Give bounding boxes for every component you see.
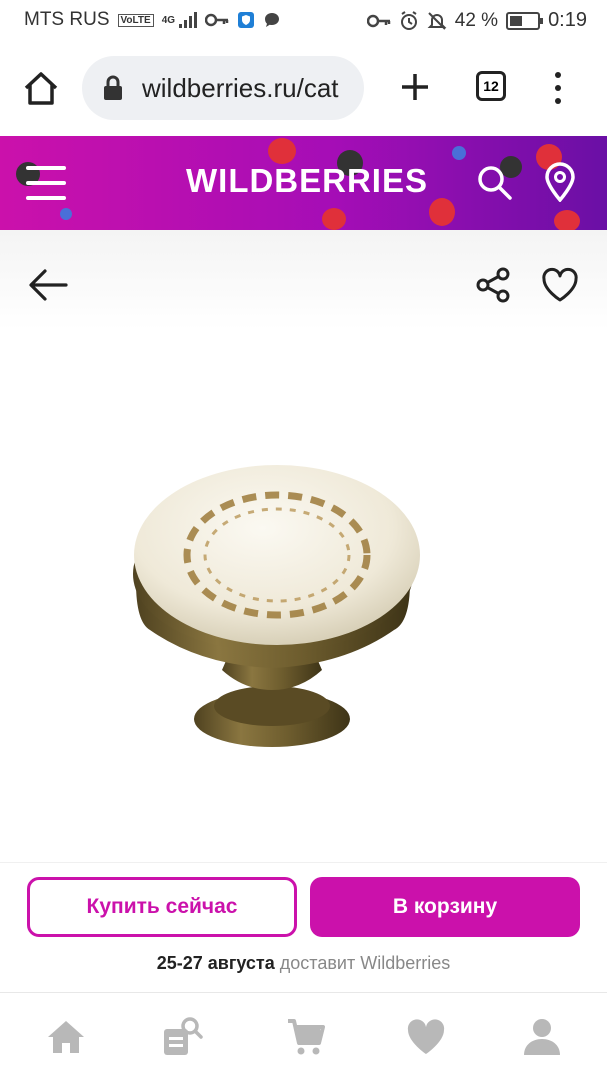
delivery-info: 25-27 августа доставит Wildberries: [0, 953, 607, 974]
tab-count: 12: [483, 78, 499, 94]
lock-icon: [104, 75, 122, 100]
battery-icon: [506, 11, 544, 30]
key-icon: [205, 13, 229, 27]
berry-decoration: [268, 138, 296, 164]
browser-toolbar: wildberries.ru/cat 12: [0, 40, 607, 136]
knob-illustration: [133, 465, 420, 747]
volte-badge: VoLTE: [117, 13, 154, 27]
back-arrow-icon[interactable]: [28, 268, 68, 302]
battery-percent: 42 %: [454, 9, 499, 31]
cart-icon[interactable]: [284, 1015, 328, 1059]
network-type: 4G: [161, 14, 176, 26]
berry-decoration: [429, 198, 455, 226]
key-icon: [366, 14, 390, 27]
clock: 0:19: [548, 9, 587, 31]
bottom-navigation: [0, 992, 607, 1081]
browser-menu-button[interactable]: [548, 68, 568, 108]
home-icon[interactable]: [20, 68, 62, 110]
add-to-cart-button[interactable]: В корзину: [310, 877, 580, 937]
site-header: WILDBERRIES: [0, 136, 607, 230]
alarm-icon: [400, 10, 417, 30]
heart-icon[interactable]: [540, 266, 580, 304]
new-tab-icon[interactable]: [398, 70, 432, 104]
hamburger-menu-icon[interactable]: [26, 166, 66, 200]
buy-now-button[interactable]: Купить сейчас: [27, 877, 297, 937]
wildberries-logo[interactable]: WILDBERRIES: [186, 162, 428, 200]
catalog-search-icon[interactable]: [160, 1015, 204, 1059]
signal-icon: [179, 12, 198, 28]
product-image[interactable]: [0, 330, 607, 862]
chat-icon: [265, 13, 280, 27]
delivery-dates: 25-27 августа: [156, 953, 275, 973]
berry-decoration: [452, 146, 466, 160]
home-icon[interactable]: [44, 1015, 88, 1059]
berry-decoration: [60, 208, 72, 220]
tab-switcher-button[interactable]: 12: [476, 71, 506, 101]
address-bar[interactable]: wildberries.ru/cat: [82, 56, 364, 120]
profile-icon[interactable]: [520, 1015, 564, 1059]
url-text: wildberries.ru/cat: [142, 72, 339, 103]
berry-decoration: [554, 210, 580, 230]
muted-bell-icon: [427, 11, 447, 30]
berry-decoration: [322, 208, 346, 230]
favorites-icon[interactable]: [404, 1015, 448, 1059]
share-icon[interactable]: [474, 266, 512, 304]
purchase-panel: Купить сейчас В корзину 25-27 августа до…: [0, 862, 607, 993]
search-icon[interactable]: [476, 164, 514, 202]
product-toolbar: [0, 230, 607, 330]
carrier-name: MTS RUS: [24, 9, 110, 30]
delivery-text: доставит Wildberries: [279, 953, 451, 973]
status-bar: MTS RUS VoLTE 4G 42 % 0:19: [0, 0, 607, 40]
vpn-shield-icon: [238, 12, 255, 28]
location-pin-icon[interactable]: [543, 162, 577, 202]
